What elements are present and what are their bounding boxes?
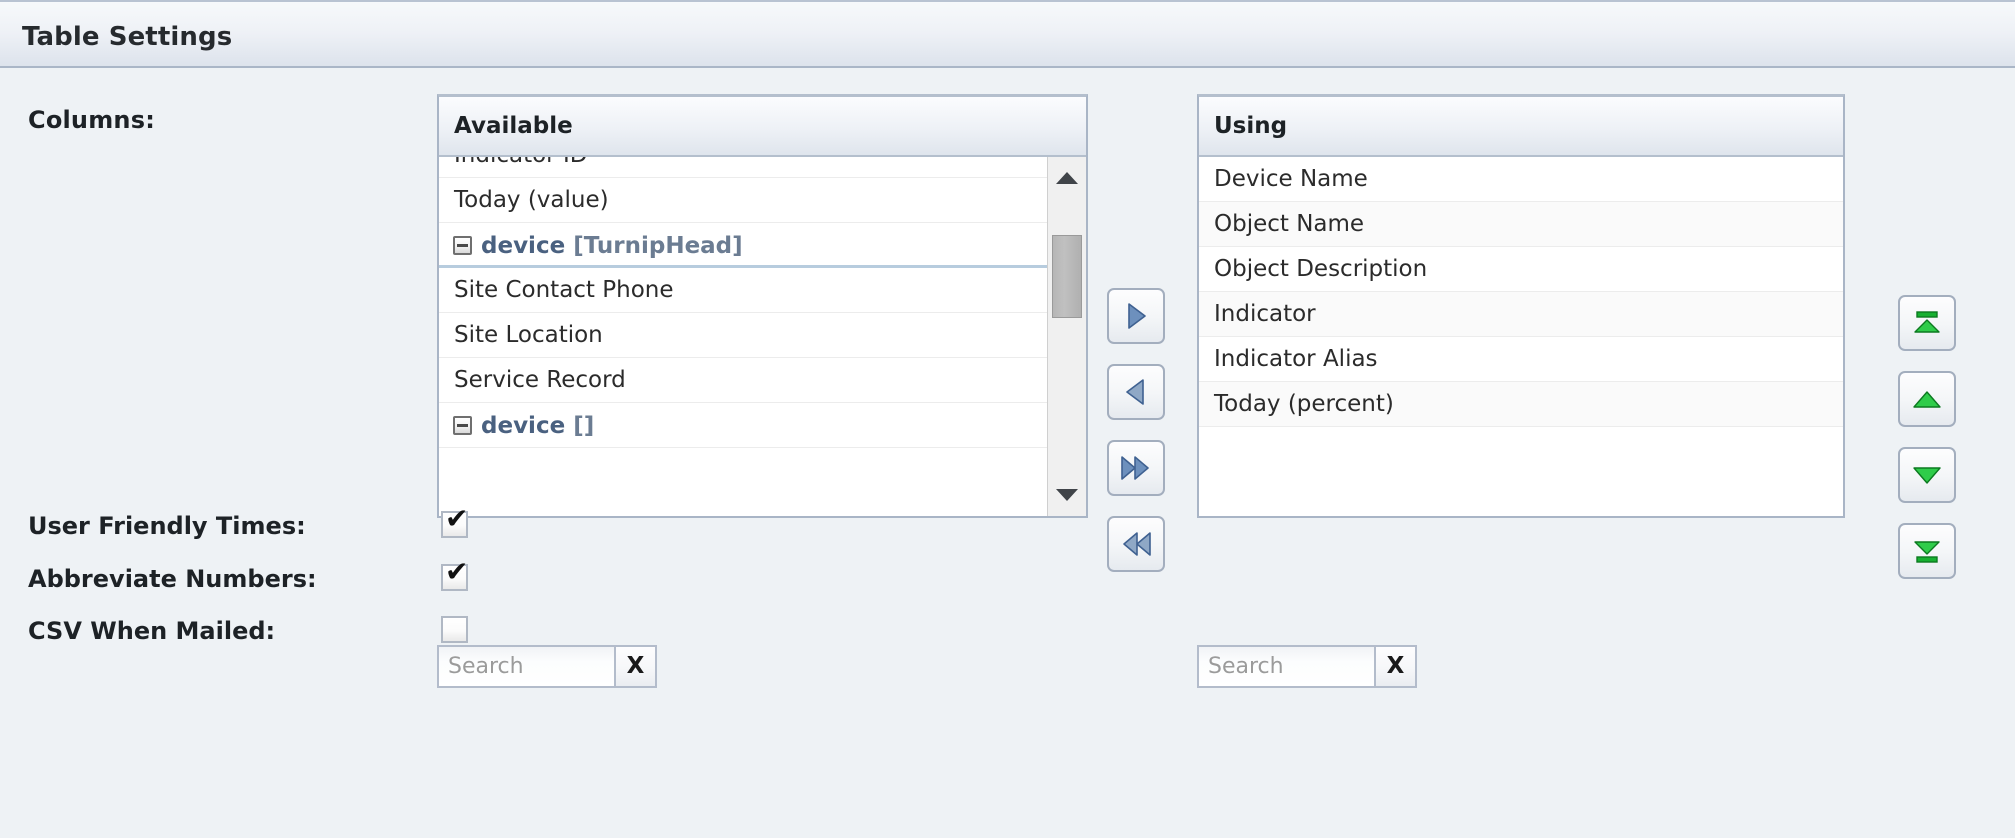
available-list-item[interactable]: Site Contact Phone: [439, 268, 1047, 313]
available-search-input[interactable]: [437, 645, 614, 688]
available-list: Indicator IDToday (value)device [TurnipH…: [439, 157, 1047, 448]
using-list-item[interactable]: Object Name: [1199, 202, 1843, 247]
using-list-item[interactable]: Indicator Alias: [1199, 337, 1843, 382]
scroll-down-button[interactable]: [1048, 478, 1086, 512]
csv-when-mailed-checkbox[interactable]: [441, 616, 468, 643]
triangle-down-icon: [1056, 489, 1078, 501]
using-panel-header: Using: [1199, 97, 1843, 157]
using-panel-title: Using: [1214, 113, 1288, 139]
available-group-bracket: [TurnipHead]: [573, 233, 743, 259]
using-list-item[interactable]: Indicator: [1199, 292, 1843, 337]
available-list-item[interactable]: Today (value): [439, 178, 1047, 223]
arrow-right-icon: [1128, 303, 1146, 329]
available-group-name: device: [481, 233, 566, 259]
collapse-minus-icon[interactable]: [453, 236, 472, 255]
scroll-up-button[interactable]: [1048, 161, 1086, 195]
add-selected-button[interactable]: [1107, 288, 1165, 344]
available-group-bracket: []: [573, 413, 595, 439]
settings-content: Columns: Available Indicator IDToday (va…: [0, 68, 2015, 838]
double-arrow-left-icon: [1123, 532, 1151, 556]
triangle-up-icon: [1056, 172, 1078, 184]
using-list: Device Name Object Name Object Description…: [1199, 157, 1843, 472]
available-list-item[interactable]: Indicator ID: [439, 157, 1047, 178]
available-group-header[interactable]: device [TurnipHead]: [439, 223, 1047, 268]
move-down-button[interactable]: [1898, 447, 1956, 503]
available-list-item[interactable]: Service Record: [439, 358, 1047, 403]
using-search-input[interactable]: [1197, 645, 1374, 688]
using-list-item[interactable]: Object Description: [1199, 247, 1843, 292]
window-titlebar: Table Settings: [0, 0, 2015, 68]
available-list-item[interactable]: Site Location: [439, 313, 1047, 358]
using-list-body: Device Name Object Name Object Description…: [1199, 157, 1843, 516]
move-to-top-icon: [1914, 311, 1940, 333]
window-title: Table Settings: [22, 22, 233, 52]
add-all-button[interactable]: [1107, 440, 1165, 496]
available-group-name: device: [481, 413, 566, 439]
using-search-row: X: [1197, 645, 1417, 688]
using-list-empty-row: [1199, 427, 1843, 472]
move-up-icon: [1913, 391, 1941, 408]
user-friendly-times-checkbox[interactable]: ✔: [441, 505, 468, 538]
using-search-clear-button[interactable]: X: [1374, 645, 1417, 688]
move-to-bottom-icon: [1914, 541, 1940, 563]
arrow-left-icon: [1126, 379, 1144, 405]
available-panel-title: Available: [454, 113, 573, 139]
abbreviate-numbers-label: Abbreviate Numbers:: [28, 565, 317, 593]
remove-selected-button[interactable]: [1107, 364, 1165, 420]
double-arrow-right-icon: [1121, 456, 1149, 480]
available-list-scrollbar[interactable]: [1047, 157, 1086, 516]
reorder-button-group: [1898, 295, 1956, 599]
available-columns-panel: Available Indicator IDToday (value)devic…: [437, 94, 1088, 518]
abbreviate-numbers-checkbox[interactable]: ✔: [441, 558, 468, 591]
move-down-icon: [1913, 467, 1941, 484]
using-list-item[interactable]: Device Name: [1199, 157, 1843, 202]
using-columns-panel: Using Device Name Object Name Object Descr…: [1197, 94, 1845, 518]
available-list-body: Indicator IDToday (value)device [TurnipH…: [439, 157, 1086, 516]
move-to-top-button[interactable]: [1898, 295, 1956, 351]
move-to-bottom-button[interactable]: [1898, 523, 1956, 579]
move-up-button[interactable]: [1898, 371, 1956, 427]
csv-when-mailed-label: CSV When Mailed:: [28, 617, 276, 645]
available-group-header[interactable]: device []: [439, 403, 1047, 448]
user-friendly-times-label: User Friendly Times:: [28, 512, 306, 540]
available-search-clear-button[interactable]: X: [614, 645, 657, 688]
collapse-minus-icon[interactable]: [453, 416, 472, 435]
checkmark-icon: ✔: [445, 502, 469, 535]
scrollbar-thumb[interactable]: [1052, 235, 1082, 318]
columns-label: Columns:: [28, 106, 155, 134]
transfer-button-group: [1107, 288, 1165, 592]
available-panel-header: Available: [439, 97, 1086, 157]
available-search-row: X: [437, 645, 657, 688]
using-list-item[interactable]: Today (percent): [1199, 382, 1843, 427]
remove-all-button[interactable]: [1107, 516, 1165, 572]
checkmark-icon: ✔: [445, 555, 469, 588]
